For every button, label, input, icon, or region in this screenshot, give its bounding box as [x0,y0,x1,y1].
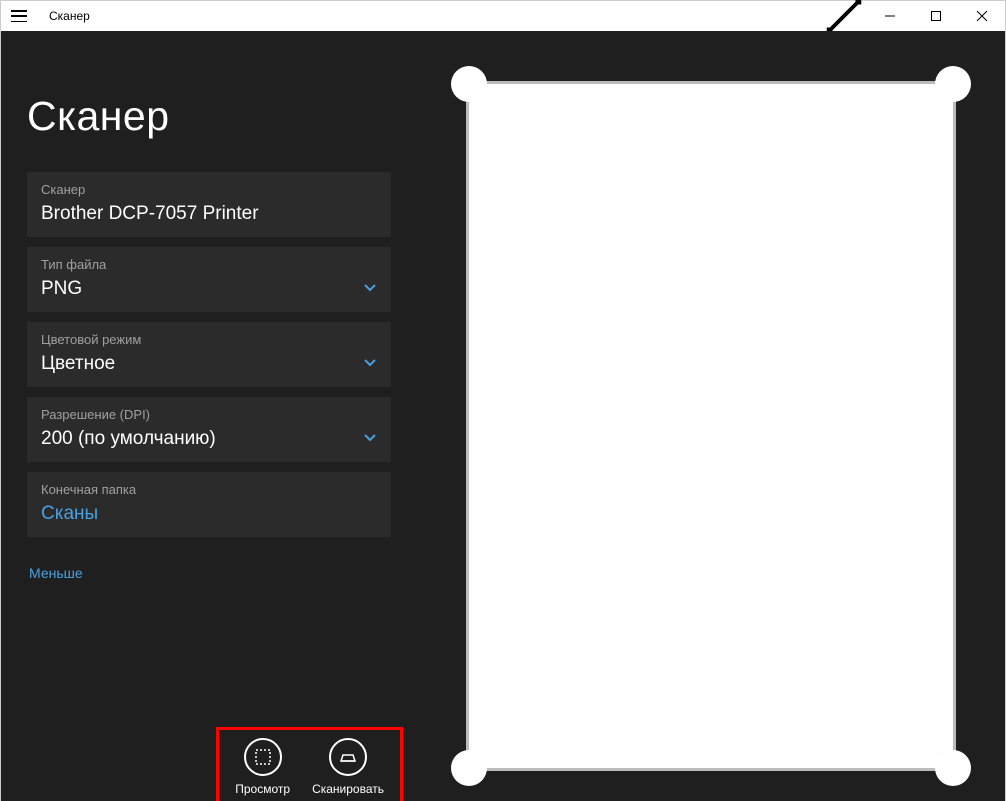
scanner-icon [329,738,367,776]
close-button[interactable] [959,1,1005,31]
preview-label: Просмотр [235,782,290,796]
colormode-selector[interactable]: Цветовой режим Цветное [27,322,391,387]
colormode-value: Цветное [41,353,115,375]
destination-selector[interactable]: Конечная папка Сканы [27,472,391,537]
maximize-button[interactable] [913,1,959,31]
minimize-button[interactable] [867,1,913,31]
scanner-label: Сканер [41,182,377,197]
resolution-value: 200 (по умолчанию) [41,428,216,450]
filetype-value: PNG [41,278,82,300]
chevron-down-icon [363,430,377,449]
scan-button[interactable]: Сканировать [312,738,384,796]
crop-handle-bottom-left[interactable] [451,750,487,786]
app-title: Сканер [49,9,90,23]
crop-handle-bottom-right[interactable] [935,750,971,786]
menu-icon[interactable] [11,10,27,22]
titlebar: Сканер [1,1,1005,31]
window-controls [821,1,1005,31]
titlebar-left: Сканер [1,9,90,23]
preview-page[interactable] [466,81,956,771]
less-link[interactable]: Меньше [29,565,391,581]
preview-area [417,31,1005,801]
app-window: Сканер Сканер Сканер Brother DCP-7057 Pr [0,0,1006,801]
destination-label: Конечная папка [41,482,377,497]
page-title: Сканер [27,93,391,140]
crop-handle-top-left[interactable] [451,66,487,102]
resolution-label: Разрешение (DPI) [41,407,377,422]
scanner-selector[interactable]: Сканер Brother DCP-7057 Printer [27,172,391,237]
filetype-selector[interactable]: Тип файла PNG [27,247,391,312]
crop-handle-top-right[interactable] [935,66,971,102]
chevron-down-icon [363,355,377,374]
content: Сканер Сканер Brother DCP-7057 Printer Т… [1,31,1005,801]
filetype-label: Тип файла [41,257,377,272]
destination-value: Сканы [41,503,98,525]
scan-label: Сканировать [312,782,384,796]
preview-button[interactable]: Просмотр [235,738,290,796]
fullscreen-icon[interactable] [821,1,867,31]
preview-icon [244,738,282,776]
chevron-down-icon [363,280,377,299]
scanner-value: Brother DCP-7057 Printer [41,203,259,225]
sidebar: Сканер Сканер Brother DCP-7057 Printer Т… [1,31,417,801]
colormode-label: Цветовой режим [41,332,377,347]
resolution-selector[interactable]: Разрешение (DPI) 200 (по умолчанию) [27,397,391,462]
action-bar: Просмотр Сканировать [216,727,403,801]
